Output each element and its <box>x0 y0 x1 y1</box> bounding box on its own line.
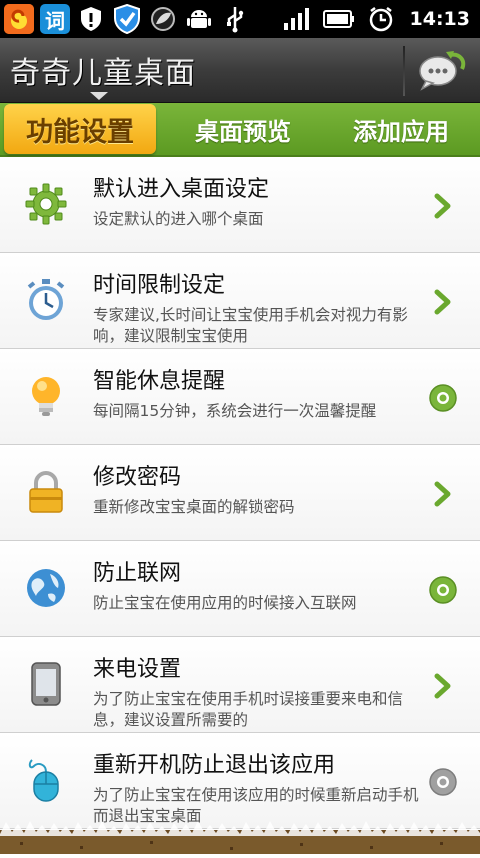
item-description: 专家建议,长时间让宝宝使用手机会对视力有影响，建议限制宝宝使用 <box>93 306 408 345</box>
toggle-on-icon[interactable] <box>428 383 458 413</box>
list-item-block-network[interactable]: 防止联网 防止宝宝在使用应用的时候接入互联网 <box>0 541 480 637</box>
signal-icon <box>282 4 312 34</box>
logo-caret-icon <box>90 92 108 100</box>
item-title: 默认进入桌面设定 <box>93 177 270 202</box>
list-item-time-limit[interactable]: 时间限制设定 专家建议,长时间让宝宝使用手机会对视力有影响，建议限制宝宝使用 <box>0 253 480 349</box>
dictionary-icon[interactable]: 词 <box>40 4 70 34</box>
item-description: 防止宝宝在使用应用的时候接入互联网 <box>93 594 357 612</box>
item-title: 智能休息提醒 <box>93 369 226 394</box>
list-item-default-desktop[interactable]: 默认进入桌面设定 设定默认的进入哪个桌面 <box>0 157 480 253</box>
status-bar: 词 14:13 <box>0 0 480 38</box>
padlock-icon <box>24 470 68 514</box>
item-title: 来电设置 <box>93 657 182 682</box>
item-title: 重新开机防止退出该应用 <box>93 753 336 778</box>
item-description: 重新修改宝宝桌面的解锁密码 <box>93 498 295 516</box>
tab-add-apps[interactable]: 添加应用 <box>326 104 476 154</box>
chevron-right-icon[interactable] <box>428 287 458 317</box>
leaf-icon <box>148 4 178 34</box>
app-sun-icon[interactable] <box>4 4 34 34</box>
alarm-icon <box>366 4 396 34</box>
item-description: 为了防止宝宝在使用手机时误接重要来电和信息，建议设置所需要的 <box>93 690 404 729</box>
app-header: 奇奇儿童桌面 <box>0 38 480 103</box>
chevron-right-icon[interactable] <box>428 191 458 221</box>
mouse-icon <box>24 758 68 802</box>
message-icon <box>419 51 466 91</box>
list-item-rest-reminder[interactable]: 智能休息提醒 每间隔15分钟，系统会进行一次温馨提醒 <box>0 349 480 445</box>
app-logo: 奇奇儿童桌面 <box>10 56 196 91</box>
usb-icon <box>220 4 250 34</box>
chevron-right-icon[interactable] <box>428 671 458 701</box>
item-title: 防止联网 <box>93 561 182 586</box>
phone-icon <box>24 662 68 706</box>
item-description: 设定默认的进入哪个桌面 <box>93 210 264 228</box>
clock-time: 14:13 <box>409 8 470 30</box>
battery-icon <box>322 4 356 34</box>
item-title: 时间限制设定 <box>93 273 226 298</box>
tab-desktop-preview[interactable]: 桌面预览 <box>168 104 318 154</box>
toggle-on-icon[interactable] <box>428 575 458 605</box>
grass-decoration <box>0 820 480 854</box>
item-description: 每间隔15分钟，系统会进行一次温馨提醒 <box>93 402 377 420</box>
settings-list: 默认进入桌面设定 设定默认的进入哪个桌面 时间限制设定 专家建议,长时间让宝宝使… <box>0 157 480 829</box>
security-check-icon <box>112 4 142 34</box>
globe-icon <box>24 566 68 610</box>
list-item-call-settings[interactable]: 来电设置 为了防止宝宝在使用手机时误接重要来电和信息，建议设置所需要的 <box>0 637 480 733</box>
toggle-off-icon[interactable] <box>428 767 458 797</box>
chevron-right-icon[interactable] <box>428 479 458 509</box>
shield-icon <box>76 4 106 34</box>
stopwatch-icon <box>24 278 68 322</box>
header-divider <box>403 46 405 96</box>
list-item-change-password[interactable]: 修改密码 重新修改宝宝桌面的解锁密码 <box>0 445 480 541</box>
tab-function-settings[interactable]: 功能设置 <box>4 104 156 154</box>
item-title: 修改密码 <box>93 465 182 490</box>
list-item-reboot-protection[interactable]: 重新开机防止退出该应用 为了防止宝宝在使用该应用的时候重新启动手机而退出宝宝桌面 <box>0 733 480 829</box>
message-button[interactable] <box>414 46 470 96</box>
gear-icon <box>24 182 68 226</box>
tab-bar: 功能设置 桌面预览 添加应用 <box>0 103 480 157</box>
lightbulb-icon <box>24 374 68 418</box>
android-icon <box>184 4 214 34</box>
